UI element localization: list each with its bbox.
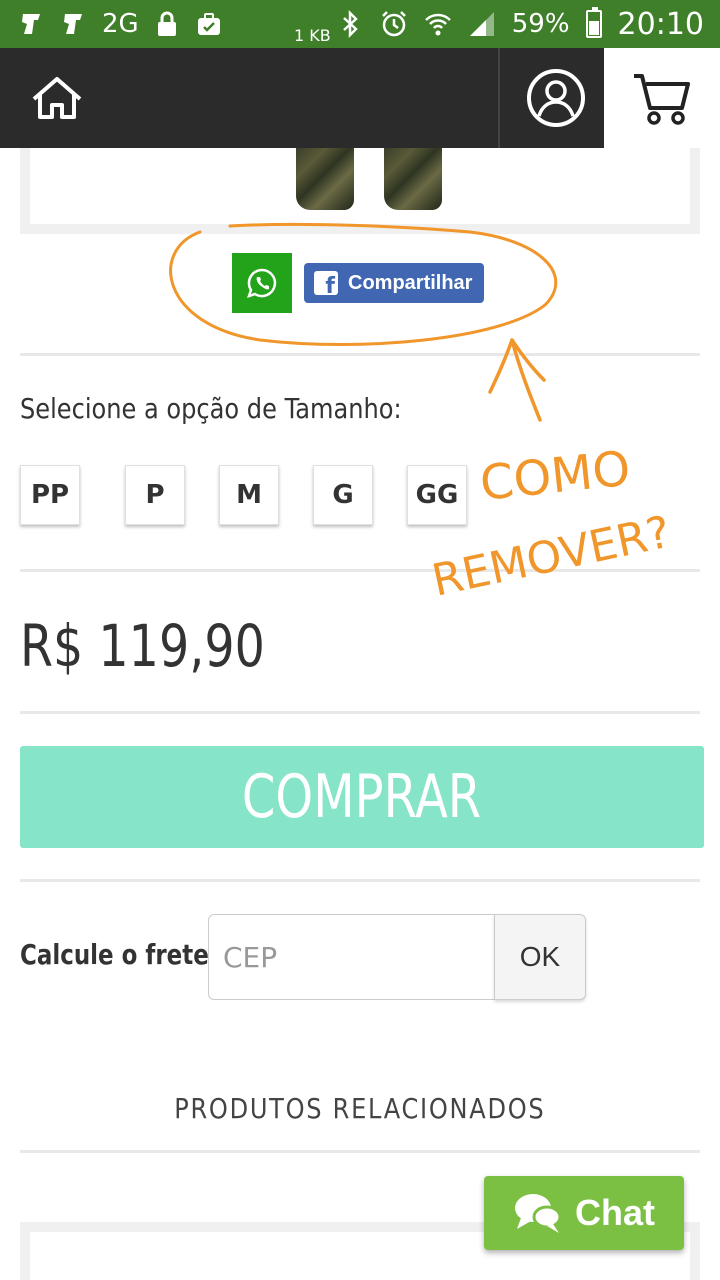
whatsapp-icon [247,268,277,298]
divider [20,879,700,882]
clock: 20:10 [617,6,704,42]
size-option-pp[interactable]: PP [20,465,80,525]
facebook-icon: f [314,271,338,295]
app-notification-icon [64,14,82,34]
wifi-icon [424,13,451,36]
whatsapp-share-button[interactable] [232,253,292,313]
battery-percent: 59% [511,9,570,39]
signal-icon [469,12,494,36]
battery-icon [585,7,602,38]
divider [20,569,700,572]
shipping-ok-button[interactable]: OK [494,914,586,1000]
user-account-icon [527,69,585,127]
product-photo-right-leg [384,148,442,210]
home-icon [32,77,82,119]
product-photo-left-leg [296,148,354,210]
shipping-label: Calcule o frete [20,938,209,971]
divider [20,353,700,356]
account-button[interactable] [520,64,592,132]
size-label: Selecione a opção de Tamanho: [20,392,402,425]
app-notification-icon [22,14,40,34]
share-buttons: f Compartilhar [232,252,485,314]
briefcase-icon [197,13,220,35]
annotation-text-line1: COMO [477,441,633,512]
divider [20,711,700,714]
cep-input[interactable] [208,914,498,1000]
buy-button-label: COMPRAR [242,762,482,832]
annotation-arrow [488,338,546,422]
cart-icon [634,74,690,125]
header-divider [498,48,500,148]
lock-icon [157,11,176,36]
size-option-g[interactable]: G [313,465,373,525]
chat-button[interactable]: Chat [484,1176,684,1250]
home-button[interactable] [22,70,92,126]
size-option-gg[interactable]: GG [407,465,467,525]
network-type: 2G [102,9,139,39]
related-products-title: PRODUTOS RELACIONADOS [0,1092,720,1125]
size-option-p[interactable]: P [125,465,185,525]
size-option-m[interactable]: M [219,465,279,525]
chat-button-label: Chat [575,1192,655,1233]
data-rate: 1 KB [294,26,331,45]
facebook-share-label: Compartilhar [348,271,473,294]
app-header [0,48,720,148]
buy-button[interactable]: COMPRAR [20,746,704,848]
facebook-share-button[interactable]: f Compartilhar [304,263,485,303]
product-price: R$ 119,90 [20,612,265,680]
related-products-title-text: PRODUTOS RELACIONADOS [174,1092,546,1125]
chat-bubbles-icon [515,1194,562,1233]
cart-button[interactable] [604,48,720,148]
alarm-icon [381,11,406,37]
status-bar: 2G 1 KB 59% 20:10 [0,0,720,48]
divider [20,1150,700,1153]
product-image [20,148,700,234]
bluetooth-icon [342,10,358,38]
